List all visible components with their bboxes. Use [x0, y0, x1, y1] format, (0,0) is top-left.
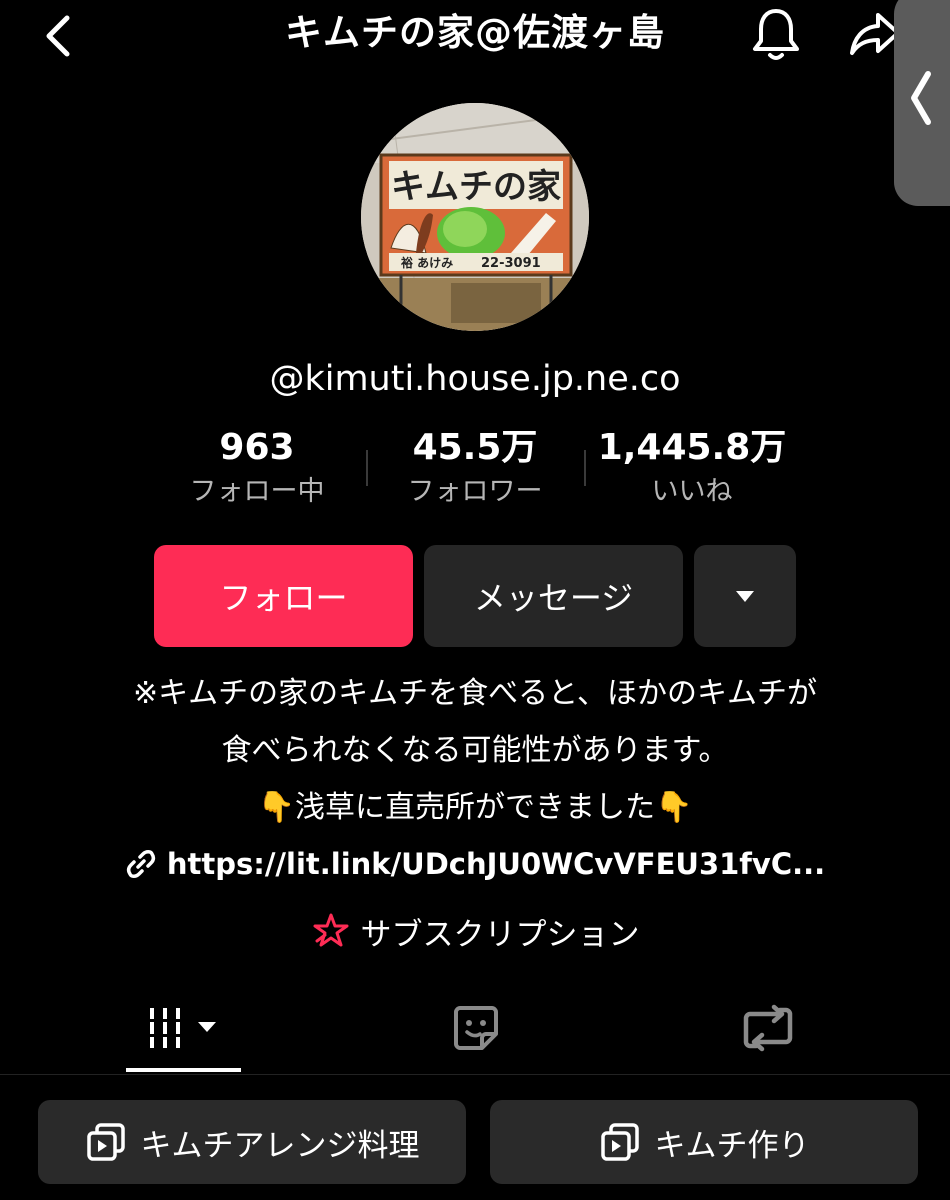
videos-grid-icon: [147, 1008, 216, 1048]
stat-divider: [584, 450, 586, 486]
stat-label: いいね: [651, 476, 733, 507]
subscription-label: サブスクリプション: [360, 916, 640, 953]
caret-down-icon: [736, 591, 754, 602]
bell-icon: [753, 9, 799, 60]
avatar[interactable]: キムチの家 裕 あけみ 22-3091: [361, 103, 589, 331]
playlist-button[interactable]: キムチアレンジ料理: [38, 1100, 466, 1184]
bio-line: ※キムチの家のキムチを食べると、ほかのキムチが: [133, 676, 817, 711]
bio-line: 👇浅草に直売所ができました👇: [0, 788, 950, 828]
stat-divider: [366, 450, 368, 486]
message-button[interactable]: メッセージ: [424, 545, 683, 647]
bio-link-text: https://lit.link/UDchJU0WCvVFEU31fvC...: [166, 847, 826, 881]
follow-button[interactable]: フォロー: [154, 545, 413, 647]
tab-favorites[interactable]: [420, 992, 532, 1064]
pointing-down-emoji: 👇: [655, 790, 693, 825]
link-icon: [126, 850, 155, 878]
stat-likes[interactable]: 1,445.8万 いいね: [588, 424, 796, 524]
favorites-sticker-icon: [454, 1006, 498, 1050]
pointing-down-emoji: 👇: [257, 790, 295, 825]
svg-text:裕 あけみ: 裕 あけみ: [400, 255, 453, 270]
stat-value: 1,445.8万: [597, 427, 787, 468]
bio-line-text: 浅草に直売所ができました: [295, 790, 655, 825]
subscription-star-icon: [313, 913, 348, 947]
tab-videos[interactable]: [126, 992, 241, 1064]
stat-label: フォロワー: [407, 476, 543, 507]
avatar-image: キムチの家 裕 あけみ 22-3091: [361, 103, 589, 331]
tabs-divider: [0, 1074, 950, 1075]
repost-icon: [743, 1004, 793, 1052]
notification-button[interactable]: [742, 4, 810, 64]
profile-handle: @kimuti.house.jp.ne.co: [269, 359, 681, 399]
chevron-left-icon: [911, 71, 931, 125]
playlist-icon: [600, 1123, 639, 1161]
tab-reposts[interactable]: [712, 992, 824, 1064]
stat-value: 45.5万: [412, 427, 538, 468]
bio-line: 食べられなくなる可能性があります。: [221, 733, 729, 768]
svg-text:キムチの家: キムチの家: [391, 167, 561, 207]
more-options-button[interactable]: [694, 545, 796, 647]
active-tab-indicator: [126, 1068, 241, 1072]
stat-following[interactable]: 963 フォロー中: [172, 424, 342, 524]
subscription-link[interactable]: サブスクリプション: [0, 906, 950, 956]
playlist-icon: [86, 1123, 125, 1161]
playlist-label: キムチアレンジ料理: [140, 1127, 420, 1164]
stat-value: 963: [219, 427, 295, 468]
bio-link[interactable]: https://lit.link/UDchJU0WCvVFEU31fvC...: [120, 841, 830, 887]
side-panel-handle[interactable]: [894, 0, 950, 206]
playlist-button[interactable]: キムチ作り: [490, 1100, 918, 1184]
stat-label: フォロー中: [189, 476, 325, 507]
svg-text:22-3091: 22-3091: [481, 256, 541, 271]
stat-followers[interactable]: 45.5万 フォロワー: [388, 424, 562, 524]
playlist-label: キムチ作り: [654, 1127, 810, 1164]
